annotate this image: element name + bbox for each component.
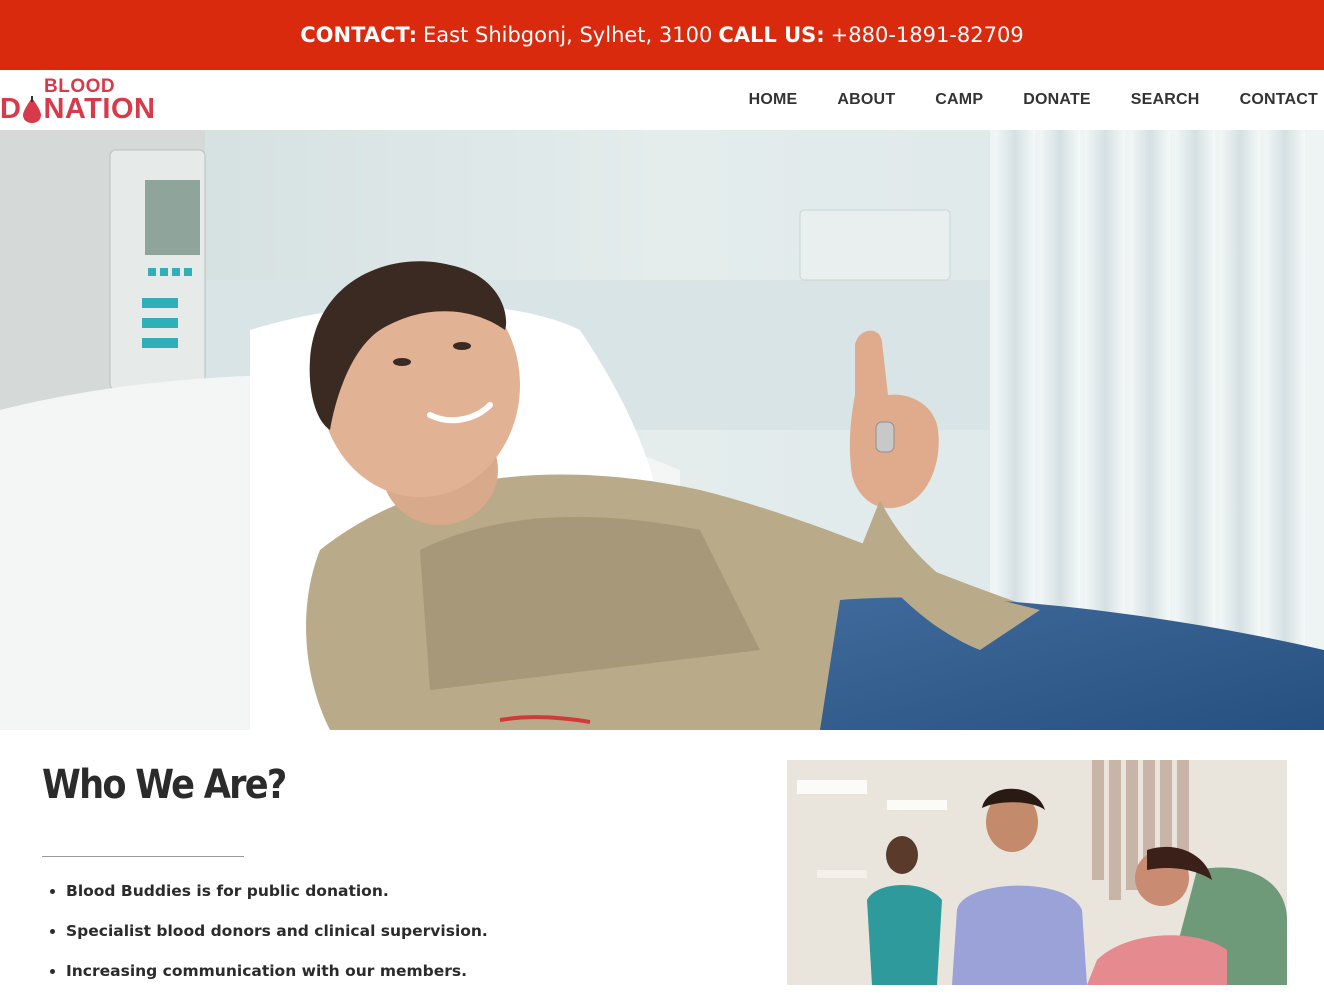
logo-text-bottom: D NATION <box>0 94 155 124</box>
feature-list: Blood Buddies is for public donation. Sp… <box>42 878 488 998</box>
logo-letters-nation: NATION <box>43 93 156 125</box>
contact-label: CONTACT: <box>300 23 418 47</box>
nav-about[interactable]: ABOUT <box>837 91 895 109</box>
nav-contact[interactable]: CONTACT <box>1240 91 1318 109</box>
call-label: CALL US: <box>718 23 825 47</box>
contact-bar: CONTACT: East Shibgonj, Sylhet, 3100 CAL… <box>0 0 1324 70</box>
navbar: BLOOD D NATION HOME ABOUT CAMP DONATE SE… <box>0 70 1324 130</box>
nav-search[interactable]: SEARCH <box>1131 91 1200 109</box>
section-title: Who We Are? <box>42 762 287 808</box>
nav-home[interactable]: HOME <box>749 91 798 109</box>
site-logo[interactable]: BLOOD D NATION <box>0 74 175 126</box>
contact-address: East Shibgonj, Sylhet, 3100 <box>423 23 713 47</box>
list-item: Blood Buddies is for public donation. <box>66 878 488 918</box>
main-nav: HOME ABOUT CAMP DONATE SEARCH CONTACT <box>709 70 1324 130</box>
list-item: Increasing communication with our member… <box>66 958 488 998</box>
blood-drop-icon <box>23 96 42 123</box>
call-number[interactable]: +880-1891-82709 <box>831 23 1024 47</box>
list-item: Specialist blood donors and clinical sup… <box>66 918 488 958</box>
nav-donate[interactable]: DONATE <box>1023 91 1091 109</box>
team-illustration <box>787 760 1287 985</box>
logo-letter-d: D <box>0 93 22 125</box>
nav-camp[interactable]: CAMP <box>935 91 983 109</box>
team-photo <box>787 760 1287 985</box>
hero-illustration <box>0 130 1324 730</box>
title-divider <box>42 856 244 857</box>
hero-image <box>0 130 1324 730</box>
